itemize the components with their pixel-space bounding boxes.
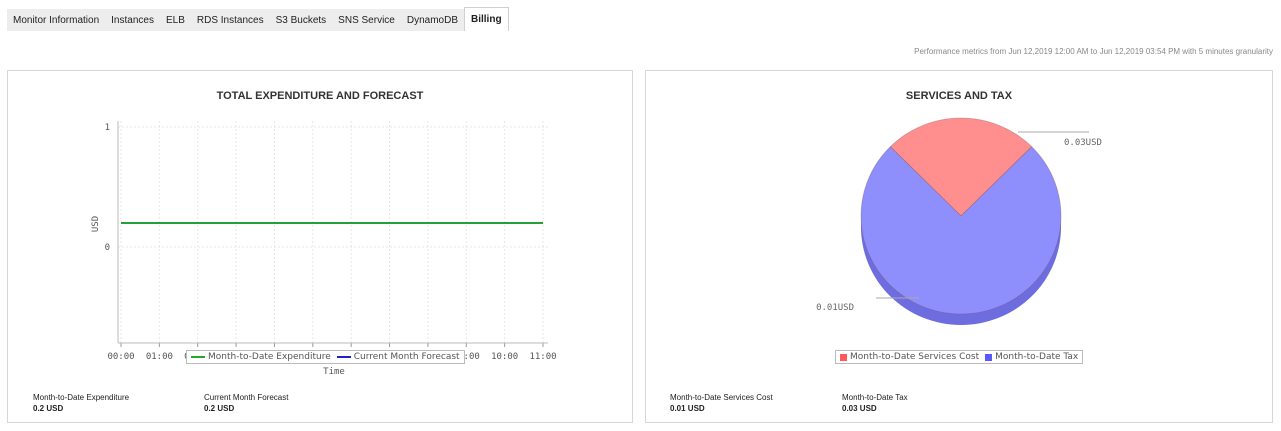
tab-sns-service[interactable]: SNS Service: [332, 9, 401, 31]
x-tick-label: 10:00: [491, 352, 518, 362]
summary-forecast: Current Month Forecast 0.2 USD: [204, 393, 288, 413]
services-tax-chart-title: SERVICES AND TAX: [905, 90, 1013, 102]
tab-rds-instances[interactable]: RDS Instances: [191, 9, 270, 31]
summary-services-cost: Month-to-Date Services Cost 0.01 USD: [670, 393, 773, 413]
tab-billing[interactable]: Billing: [464, 7, 509, 31]
pie-slice-label: 0.03USD: [1064, 138, 1102, 148]
legend-label-expenditure: Month-to-Date Expenditure: [208, 352, 331, 362]
legend-label-tax: Month-to-Date Tax: [995, 352, 1079, 362]
expenditure-legend: Month-to-Date Expenditure Current Month …: [186, 350, 465, 364]
legend-swatch-tax: [985, 353, 993, 361]
summary-expenditure: Month-to-Date Expenditure 0.2 USD: [33, 393, 129, 413]
legend-label-forecast: Current Month Forecast: [353, 352, 460, 362]
metrics-range-text: Performance metrics from Jun 12,2019 12:…: [914, 47, 1273, 56]
summary-expenditure-value: 0.2 USD: [33, 404, 64, 413]
legend-item-services-cost[interactable]: Month-to-Date Services Cost: [840, 352, 979, 362]
y-tick-label: 0: [105, 243, 110, 253]
expenditure-line-chart: 00:0001:0002:0003:0004:0005:0006:0007:00…: [91, 121, 557, 377]
x-axis-title: Time: [323, 367, 345, 377]
tab-elb[interactable]: ELB: [160, 9, 191, 31]
legend-label-services-cost: Month-to-Date Services Cost: [850, 352, 980, 362]
expenditure-panel: TOTAL EXPENDITURE AND FORECAST 00:00 01:0…: [7, 70, 633, 423]
y-axis-title: USD: [91, 216, 101, 232]
tab-bar: Monitor Information Instances ELB RDS In…: [7, 7, 509, 31]
tab-s3-buckets[interactable]: S3 Buckets: [270, 9, 333, 31]
tab-dynamodb[interactable]: DynamoDB: [401, 9, 464, 31]
expenditure-chart-title: TOTAL EXPENDITURE AND FORECAST: [216, 90, 424, 102]
tab-instances[interactable]: Instances: [105, 9, 160, 31]
summary-tax-value: 0.03 USD: [842, 404, 877, 413]
x-tick-label: 01:00: [146, 352, 173, 362]
legend-swatch-services-cost: [840, 353, 847, 361]
tab-monitor-information[interactable]: Monitor Information: [7, 9, 105, 31]
summary-expenditure-label: Month-to-Date Expenditure: [33, 393, 130, 402]
summary-forecast-value: 0.2 USD: [204, 404, 235, 413]
legend-item-tax[interactable]: Month-to-Date Tax: [985, 352, 1078, 362]
services-tax-pie-chart: 0.01USD 0.03USD: [816, 117, 1102, 326]
pie-slice-label: 0.01USD: [816, 303, 854, 313]
summary-tax: Month-to-Date Tax 0.03 USD: [842, 393, 908, 413]
summary-services-cost-value: 0.01 USD: [670, 404, 705, 413]
services-tax-legend: Month-to-Date Services Cost Month-to-Dat…: [835, 350, 1084, 364]
summary-forecast-label: Current Month Forecast: [204, 393, 289, 402]
x-tick-label: 11:00: [529, 352, 556, 362]
x-tick-label: 00:00: [107, 352, 134, 362]
legend-swatch-expenditure: [191, 356, 205, 358]
y-tick-label: 1: [105, 123, 110, 133]
legend-item-forecast[interactable]: Current Month Forecast: [336, 352, 460, 362]
services-tax-panel: SERVICES AND TAX 0.01USD 0.03USD Month-to…: [645, 70, 1273, 423]
legend-item-expenditure[interactable]: Month-to-Date Expenditure: [191, 352, 331, 362]
summary-services-cost-label: Month-to-Date Services Cost: [670, 393, 773, 402]
legend-swatch-forecast: [336, 356, 351, 358]
summary-tax-label: Month-to-Date Tax: [842, 393, 908, 402]
